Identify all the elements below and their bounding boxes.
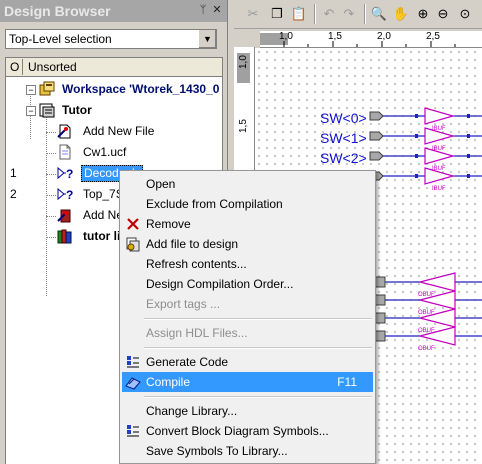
- buffer-label: IBUF: [432, 126, 446, 132]
- add-library-icon: [57, 209, 71, 223]
- buffer-label: OBUF: [418, 310, 435, 316]
- block-diagram-unknown-icon: ?: [57, 187, 73, 202]
- menu-item-save-symbols-to-library[interactable]: Save Symbols To Library...: [122, 441, 373, 461]
- zoom-in-icon[interactable]: ⊕: [414, 5, 432, 23]
- context-menu: Open Exclude from Compilation Remove Add…: [119, 170, 376, 464]
- tree-item-label: tutor li: [83, 229, 121, 243]
- remove-x-icon: [127, 218, 139, 230]
- close-icon[interactable]: ✕: [211, 4, 223, 16]
- undo-icon[interactable]: ↶: [320, 5, 338, 23]
- block-diagram-unknown-icon: ?: [57, 166, 73, 181]
- ruler-tick-label: 2,5: [426, 31, 440, 42]
- input-port-sw1: SW<1>: [320, 130, 367, 146]
- ruler-tick-label: 1,5: [328, 31, 342, 42]
- input-port-label: SW<2>: [320, 150, 367, 166]
- ruler-tick-label: 2,0: [377, 31, 391, 42]
- menu-item-assign-hdl-files[interactable]: Assign HDL Files...: [122, 323, 373, 343]
- input-port-label: SW<0>: [320, 110, 367, 126]
- ruler-tick-label: 1,5: [238, 119, 249, 133]
- shortcut-label: F11: [337, 375, 357, 389]
- tree-item-label: Add New File: [83, 124, 155, 138]
- buffer-label: OBUF: [418, 292, 435, 298]
- tree-item-label: Cw1.ucf: [83, 145, 127, 159]
- menu-item-refresh-contents[interactable]: Refresh contents...: [122, 254, 373, 274]
- menu-separator: [144, 347, 372, 349]
- add-file-icon: [126, 237, 140, 252]
- collapse-icon[interactable]: −: [26, 85, 36, 95]
- menu-item-open[interactable]: Open: [122, 174, 373, 194]
- library-icon: [57, 229, 72, 244]
- buffer-label: OBUF: [418, 346, 435, 352]
- menu-item-compile[interactable]: Compile F11: [122, 372, 373, 392]
- buffer-label: IBUF: [432, 186, 446, 192]
- tree-item-workspace[interactable]: − Workspace 'Wtorek_1430_0: [6, 79, 222, 100]
- zoom-fit-icon[interactable]: ⊙: [456, 5, 474, 23]
- convert-symbols-icon: [127, 425, 139, 437]
- column-header-unsorted[interactable]: Unsorted: [24, 59, 77, 75]
- input-port-sw0: SW<0>: [320, 110, 367, 126]
- generate-code-icon: [127, 356, 139, 368]
- horizontal-ruler: 1,0 1,5 2,0 2,5: [260, 31, 482, 48]
- cut-icon[interactable]: ✂: [244, 5, 262, 23]
- menu-item-export-tags[interactable]: Export tags ...: [122, 294, 373, 314]
- pin-icon[interactable]: ᛘ: [197, 4, 209, 16]
- svg-text:?: ?: [66, 167, 73, 181]
- menu-item-convert-block-diagram-symbols[interactable]: Convert Block Diagram Symbols...: [122, 421, 373, 441]
- buffer-label: IBUF: [432, 166, 446, 172]
- tree-item-label: Workspace 'Wtorek_1430_0: [62, 82, 220, 96]
- workspace-icon: [39, 81, 55, 96]
- menu-item-add-file-to-design[interactable]: Add file to design: [122, 234, 373, 254]
- paste-icon[interactable]: 📋: [290, 5, 308, 23]
- tree-header: O Unsorted: [6, 58, 222, 77]
- input-port-sw2: SW<2>: [320, 150, 367, 166]
- menu-item-generate-code[interactable]: Generate Code: [122, 352, 373, 372]
- zoom-out-icon[interactable]: ⊖: [434, 5, 452, 23]
- add-file-icon: [57, 124, 71, 139]
- design-icon: [39, 103, 55, 118]
- scope-dropdown-value: Top-Level selection: [9, 32, 112, 46]
- ruler-corner: [234, 31, 260, 47]
- ruler-tick-label: 1,0: [238, 55, 249, 69]
- collapse-icon[interactable]: −: [26, 106, 36, 116]
- file-icon: [59, 144, 71, 160]
- menu-separator: [144, 318, 372, 320]
- tree-item-add-new-file[interactable]: Add New File: [6, 121, 222, 142]
- ruler-tick-label: 1,0: [279, 31, 293, 42]
- tree-item-label: Top_7S: [83, 187, 124, 201]
- svg-text:?: ?: [66, 188, 73, 202]
- scope-dropdown[interactable]: Top-Level selection ▼: [5, 29, 217, 49]
- buffer-label: IBUF: [432, 146, 446, 152]
- copy-icon[interactable]: ❐: [268, 5, 286, 23]
- compile-icon: [125, 377, 141, 390]
- tree-item-cw1-ucf[interactable]: Cw1.ucf: [6, 142, 222, 163]
- buffer-label: OBUF: [418, 328, 435, 334]
- menu-separator: [144, 396, 372, 398]
- tree-item-design-tutor[interactable]: − Tutor: [6, 100, 222, 121]
- compile-order-number: 1: [10, 166, 17, 180]
- tree-item-label: Add Ne: [83, 208, 124, 222]
- search-zoom-icon[interactable]: 🔍: [370, 5, 388, 23]
- menu-item-change-library[interactable]: Change Library...: [122, 401, 373, 421]
- column-header-order[interactable]: O: [6, 59, 23, 75]
- tree-item-label: Tutor: [62, 103, 92, 117]
- menu-item-remove[interactable]: Remove: [122, 214, 373, 234]
- chevron-down-icon[interactable]: ▼: [198, 30, 216, 48]
- menu-item-design-compilation-order[interactable]: Design Compilation Order...: [122, 274, 373, 294]
- compile-order-number: 2: [10, 187, 17, 201]
- input-port-label: SW<1>: [320, 130, 367, 146]
- redo-icon[interactable]: ↷: [340, 5, 358, 23]
- menu-item-exclude-from-compilation[interactable]: Exclude from Compilation: [122, 194, 373, 214]
- panel-title: Design Browser: [0, 0, 227, 22]
- editor-toolbar: ✂ ❐ 📋 ↶ ↷ 🔍 ✋ ⊕ ⊖ ⊙: [234, 0, 482, 29]
- pan-hand-icon[interactable]: ✋: [392, 5, 410, 23]
